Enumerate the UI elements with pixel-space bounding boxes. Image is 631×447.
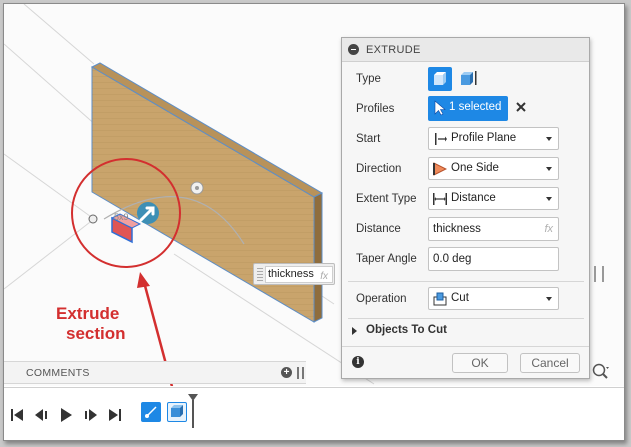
profiles-value: 1 selected	[449, 101, 502, 113]
divider	[348, 281, 584, 282]
start-value: Profile Plane	[451, 132, 517, 144]
extrude-panel: EXTRUDE Type Profiles 1 selected Start P…	[341, 37, 590, 379]
panel-header[interactable]: EXTRUDE	[342, 38, 589, 62]
fx-icon[interactable]: fx	[320, 269, 328, 284]
panel-title: EXTRUDE	[366, 44, 421, 56]
sketch-feature-icon[interactable]	[141, 402, 161, 422]
display-settings-icon[interactable]	[591, 362, 611, 380]
operation-value: Cut	[451, 292, 469, 304]
distance-value: thickness	[433, 223, 481, 235]
chevron-down-icon	[546, 137, 552, 141]
play-icon[interactable]	[57, 406, 75, 424]
start-dropdown[interactable]: Profile Plane	[428, 127, 559, 150]
timeline	[4, 387, 624, 440]
skip-start-icon[interactable]	[8, 406, 26, 424]
extrude-feature-icon[interactable]	[167, 402, 187, 422]
distance-icon	[433, 193, 447, 205]
comments-label: COMMENTS	[26, 367, 90, 379]
chevron-down-icon	[546, 297, 552, 301]
info-icon[interactable]: i	[352, 356, 364, 368]
start-label: Start	[356, 133, 381, 145]
panel-resize-handle[interactable]	[594, 266, 604, 282]
distance-label: Distance	[356, 223, 401, 235]
dimension-value: thickness	[268, 268, 314, 280]
direction-dropdown[interactable]: One Side	[428, 157, 559, 180]
annotation-label: Extrude section	[56, 304, 126, 344]
drag-grip-icon[interactable]	[257, 268, 263, 281]
chevron-down-icon	[546, 167, 552, 171]
cut-icon	[433, 292, 447, 306]
taper-angle-value: 0.0 deg	[433, 253, 472, 265]
divider	[348, 318, 584, 319]
svg-text:5x9: 5x9	[114, 212, 129, 222]
annotation-line-2: section	[66, 324, 126, 343]
extrude-arrow-icon	[137, 202, 159, 224]
collapse-icon[interactable]	[348, 44, 359, 55]
comments-bar[interactable]: COMMENTS +	[4, 361, 306, 384]
timeline-marker-icon[interactable]	[188, 394, 198, 428]
profile-plane-icon	[435, 133, 447, 145]
profiles-selection-button[interactable]: 1 selected	[428, 96, 508, 121]
distance-dimension-input[interactable]: thickness fx	[253, 263, 335, 285]
annotation-line-1: Extrude	[56, 304, 120, 323]
chevron-right-icon	[352, 327, 357, 335]
profiles-label: Profiles	[356, 103, 395, 115]
objects-to-cut-label: Objects To Cut	[366, 324, 447, 336]
chevron-down-icon	[546, 197, 552, 201]
objects-to-cut-section[interactable]: Objects To Cut	[352, 322, 582, 342]
type-label: Type	[356, 73, 381, 85]
step-back-icon[interactable]	[32, 406, 50, 424]
step-forward-icon[interactable]	[82, 406, 100, 424]
fx-icon[interactable]: fx	[544, 223, 553, 235]
one-side-icon	[433, 162, 447, 176]
operation-label: Operation	[356, 293, 407, 305]
close-icon[interactable]	[515, 101, 527, 113]
add-comment-icon[interactable]: +	[281, 367, 292, 378]
distance-field[interactable]: thickness fx	[428, 217, 559, 241]
direction-value: One Side	[451, 162, 499, 174]
extent-type-dropdown[interactable]: Distance	[428, 187, 559, 210]
taper-angle-field[interactable]: 0.0 deg	[428, 247, 559, 271]
extent-type-value: Distance	[451, 192, 496, 204]
extrude-surface-icon[interactable]	[456, 67, 480, 91]
pin-comments-icon[interactable]	[297, 367, 304, 379]
ok-button[interactable]: OK	[452, 353, 508, 373]
skip-end-icon[interactable]	[106, 406, 124, 424]
extrude-solid-icon[interactable]	[428, 67, 452, 91]
direction-label: Direction	[356, 163, 402, 175]
taper-angle-label: Taper Angle	[356, 253, 417, 265]
cursor-icon	[434, 100, 446, 116]
divider	[342, 346, 589, 347]
extent-type-label: Extent Type	[356, 193, 417, 205]
dimension-value-field[interactable]: thickness fx	[265, 266, 333, 283]
cancel-button[interactable]: Cancel	[520, 353, 580, 373]
operation-dropdown[interactable]: Cut	[428, 287, 559, 310]
app-window: 5x9 thickness fx Extrude section COMMENT…	[3, 3, 625, 441]
